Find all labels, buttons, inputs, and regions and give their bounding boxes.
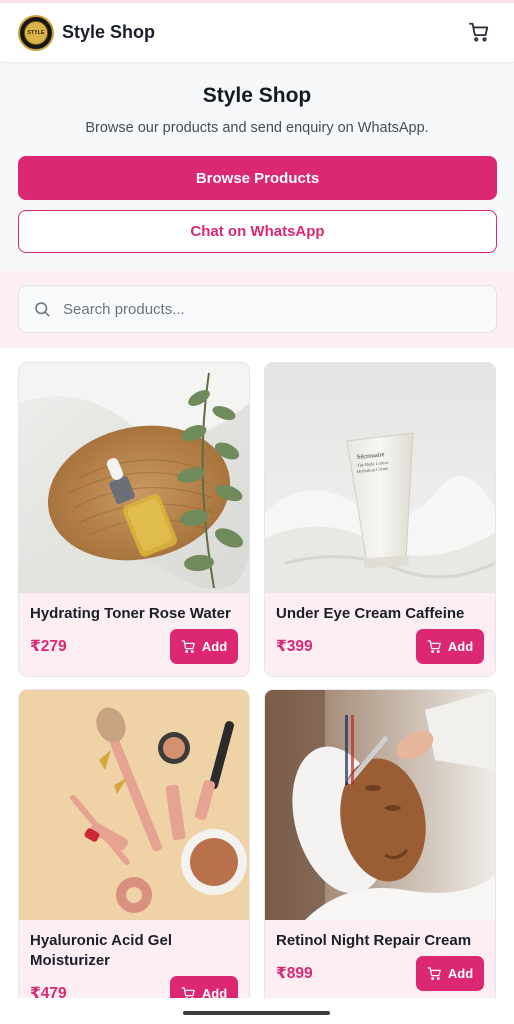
product-image[interactable]: Sécrouaire The Body Lotion Hydration Crè… — [265, 363, 495, 593]
add-label: Add — [201, 639, 228, 654]
product-card[interactable]: Hyaluronic Acid Gel Moisturizer ₹479 Add — [18, 689, 250, 1009]
product-image[interactable] — [19, 363, 249, 593]
add-label: Add — [447, 639, 474, 654]
cart-icon — [427, 967, 441, 980]
search-section — [0, 271, 514, 348]
product-price: ₹279 — [30, 638, 67, 655]
product-name[interactable]: Retinol Night Repair Cream — [276, 931, 486, 951]
product-name[interactable]: Under Eye Cream Caffeine — [276, 604, 486, 624]
search-box[interactable] — [18, 285, 497, 333]
add-label: Add — [447, 966, 474, 981]
product-card[interactable]: Hydrating Toner Rose Water ₹279 Add — [18, 362, 250, 677]
brand-logo[interactable]: STYLE — [18, 14, 54, 51]
hero-title: Style Shop — [202, 84, 312, 107]
hero-subtitle: Browse our products and send enquiry on … — [85, 120, 429, 136]
brand-name[interactable]: Style Shop — [62, 22, 155, 43]
product-price: ₹899 — [276, 965, 313, 982]
search-icon — [35, 302, 50, 317]
cart-icon — [427, 640, 441, 653]
chat-whatsapp-button[interactable]: Chat on WhatsApp — [18, 210, 497, 253]
product-price: ₹399 — [276, 638, 313, 655]
hero-section: Style Shop Browse our products and send … — [0, 64, 514, 271]
logo-text: STYLE — [27, 29, 45, 36]
home-indicator[interactable] — [183, 1011, 330, 1015]
cart-icon — [181, 640, 195, 653]
cart-icon — [468, 22, 489, 42]
product-name[interactable]: Hydrating Toner Rose Water — [30, 604, 240, 624]
add-to-cart-button[interactable]: Add — [416, 956, 484, 991]
cart-button[interactable] — [466, 19, 492, 45]
add-to-cart-button[interactable]: Add — [416, 629, 484, 664]
add-to-cart-button[interactable]: Add — [170, 629, 238, 664]
product-name[interactable]: Hyaluronic Acid Gel Moisturizer — [30, 931, 240, 971]
product-card[interactable]: Sécrouaire The Body Lotion Hydration Crè… — [264, 362, 496, 677]
search-input[interactable] — [63, 300, 463, 318]
product-image[interactable] — [19, 690, 249, 920]
product-card[interactable]: Retinol Night Repair Cream ₹899 Add — [264, 689, 496, 1009]
app-header: STYLE Style Shop — [0, 3, 514, 63]
product-image[interactable] — [265, 690, 495, 920]
browse-products-button[interactable]: Browse Products — [18, 156, 497, 200]
